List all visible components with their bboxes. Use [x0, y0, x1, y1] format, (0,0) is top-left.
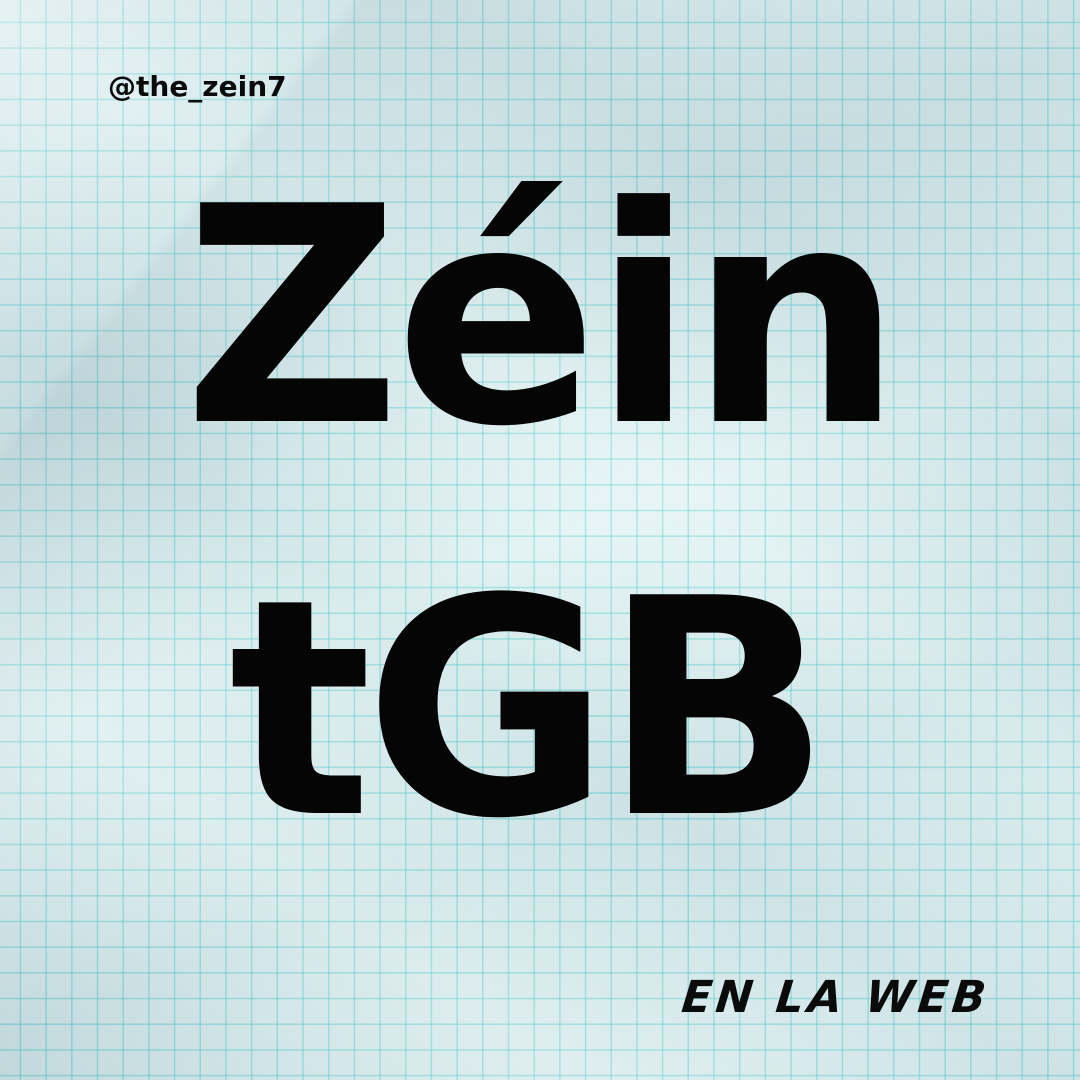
title-line-2: tGB: [228, 535, 831, 884]
tagline: EN LA WEB: [679, 972, 993, 1023]
title-line-1: Zéin: [183, 143, 902, 492]
graph-paper-background: @the_zein7 Zéin tGB EN LA WEB: [0, 0, 1080, 1080]
social-handle: @the_zein7: [108, 70, 287, 103]
